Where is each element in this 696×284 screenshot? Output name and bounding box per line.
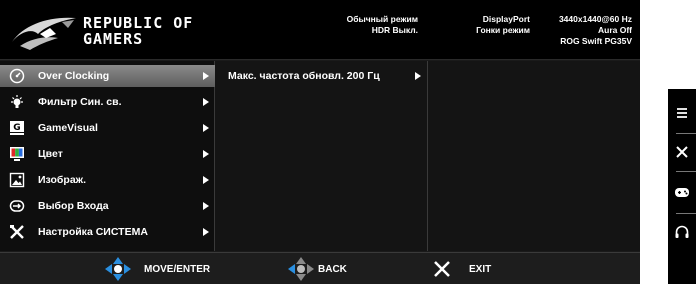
status-input: DisplayPort <box>482 14 530 24</box>
status-column-signal: 3440x1440@60 Hz Aura Off ROG Swift PG35V <box>559 14 632 47</box>
hint-exit: EXIT <box>432 253 502 284</box>
status-aura: Aura Off <box>598 25 632 35</box>
chevron-right-icon <box>203 228 209 236</box>
menu-item-input-select[interactable]: Выбор Входа <box>0 195 215 217</box>
joystick-back-icon <box>288 257 314 281</box>
chevron-right-icon <box>203 124 209 132</box>
brand-line-1: REPUBLIC OF <box>83 14 194 32</box>
status-column-input: DisplayPort Гонки режим <box>476 14 530 36</box>
menu-item-label: GameVisual <box>38 122 98 134</box>
chevron-right-icon <box>203 176 209 184</box>
headphones-icon <box>675 225 689 238</box>
close-icon <box>434 261 450 277</box>
menu-item-label: Выбор Входа <box>38 200 109 212</box>
hint-move-label: MOVE/ENTER <box>144 264 211 275</box>
menu-item-label: Фильтр Син. св. <box>38 96 122 108</box>
chevron-right-icon <box>415 72 421 80</box>
input-icon <box>9 200 25 212</box>
status-mode: Обычный режим <box>346 14 418 24</box>
image-icon <box>9 172 25 188</box>
chevron-right-icon <box>203 202 209 210</box>
status-hdr: HDR Выкл. <box>371 25 418 35</box>
hardware-button-bar <box>668 89 696 284</box>
speedometer-icon <box>9 68 25 84</box>
menu-item-system-setup[interactable]: Настройка СИСТЕМА <box>0 221 215 243</box>
submenu-item-max-refresh[interactable]: Макс. частота обновл. 200 Гц <box>216 65 428 87</box>
close-icon <box>676 146 688 158</box>
five-way-joystick-icon <box>105 257 131 281</box>
close-button[interactable] <box>668 136 696 169</box>
menu-item-label: Over Clocking <box>38 70 110 82</box>
main-menu-column: Over Clocking Фильтр Син. св. G GameVisu… <box>0 61 215 251</box>
chevron-right-icon <box>203 72 209 80</box>
brand-line-2: GAMERS <box>83 30 144 48</box>
divider <box>676 133 696 134</box>
menu-item-image[interactable]: Изображ. <box>0 169 215 191</box>
gamepad-icon <box>675 188 689 197</box>
osd-header: REPUBLIC OF GAMERS Обычный режим HDR Вык… <box>0 0 640 60</box>
gamevisual-icon: G <box>10 121 24 135</box>
menu-item-label: Цвет <box>38 148 63 160</box>
brand-name: REPUBLIC OF GAMERS <box>83 15 193 47</box>
bulb-icon <box>11 95 23 108</box>
menu-item-label: Изображ. <box>38 174 87 186</box>
svg-text:G: G <box>13 123 20 133</box>
status-resolution: 3440x1440@60 Hz <box>558 14 632 24</box>
chevron-right-icon <box>203 150 209 158</box>
submenu-item-label: Макс. частота обновл. 200 Гц <box>228 70 380 82</box>
osd-menu: Over Clocking Фильтр Син. св. G GameVisu… <box>0 61 640 251</box>
osd-footer: MOVE/ENTER BACK EXIT <box>0 252 640 284</box>
menu-item-blue-light-filter[interactable]: Фильтр Син. св. <box>0 91 215 113</box>
hint-move-enter: MOVE/ENTER <box>104 253 224 284</box>
status-racing: Гонки режим <box>476 25 530 35</box>
hint-back-label: BACK <box>318 264 347 275</box>
submenu-column: Макс. частота обновл. 200 Гц <box>216 61 428 251</box>
menu-item-over-clocking[interactable]: Over Clocking <box>0 65 215 87</box>
gamevisual-button[interactable] <box>668 216 696 249</box>
hint-exit-label: EXIT <box>469 264 492 275</box>
gameplus-button[interactable] <box>668 176 696 209</box>
status-model: ROG Swift PG35V <box>560 36 632 46</box>
menu-item-color[interactable]: Цвет <box>0 143 215 165</box>
divider <box>676 171 696 172</box>
menu-item-label: Настройка СИСТЕМА <box>38 226 148 238</box>
hint-back: BACK <box>287 253 367 284</box>
chevron-right-icon <box>203 98 209 106</box>
color-icon <box>10 147 24 161</box>
status-column-mode: Обычный режим HDR Выкл. <box>347 14 418 36</box>
osd-window: REPUBLIC OF GAMERS Обычный режим HDR Вык… <box>0 0 640 284</box>
rog-logo-icon <box>12 17 76 50</box>
tools-icon <box>10 225 24 239</box>
divider <box>676 213 696 214</box>
menu-button[interactable] <box>668 97 696 130</box>
value-column <box>429 61 640 251</box>
menu-icon <box>677 108 687 118</box>
menu-item-gamevisual[interactable]: G GameVisual <box>0 117 215 139</box>
